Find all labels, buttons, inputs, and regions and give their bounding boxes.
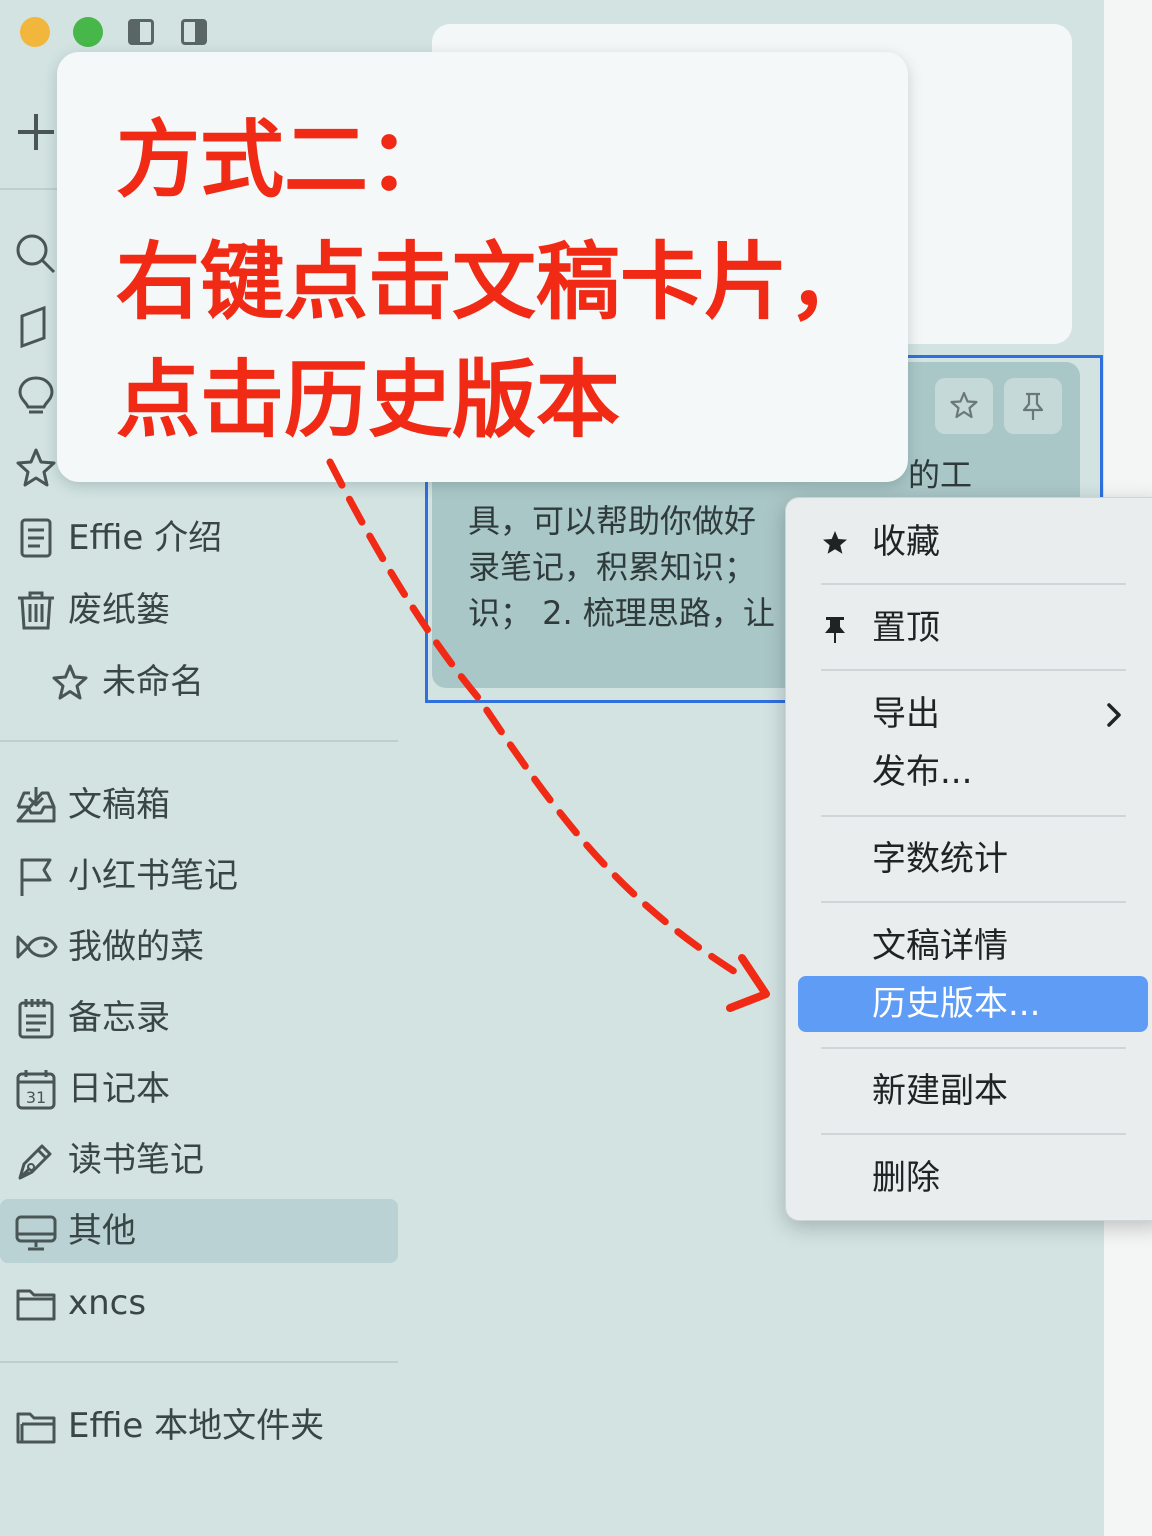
sidebar-item-label: 读书笔记 xyxy=(68,1140,204,1180)
svg-text:31: 31 xyxy=(26,1088,46,1107)
menu-separator xyxy=(821,583,1126,585)
context-menu: 收藏 置顶 导出 发布... 字数统计 文稿详情 历史版本... 新建副本 删除 xyxy=(785,497,1152,1221)
calendar-icon: 31 xyxy=(14,1067,58,1111)
menu-separator xyxy=(821,1047,1126,1049)
sidebar-item-memo[interactable]: 备忘录 xyxy=(0,986,398,1050)
pin-icon xyxy=(1022,392,1044,420)
sidebar-item-my-dishes[interactable]: 我做的菜 xyxy=(0,915,398,979)
sidebar-item-label: xncs xyxy=(68,1283,147,1323)
menu-separator xyxy=(821,901,1126,903)
menu-item-doc-details[interactable]: 文稿详情 xyxy=(786,918,1148,974)
sidebar-item-xiaohongshu[interactable]: 小红书笔记 xyxy=(0,844,398,908)
sidebar-item-label: 未命名 xyxy=(102,662,204,702)
sidebar-item-label: 我做的菜 xyxy=(68,927,204,967)
inbox-icon xyxy=(14,783,58,827)
menu-item-label: 删除 xyxy=(872,1158,940,1198)
favorite-card-button[interactable] xyxy=(935,378,993,434)
star-icon[interactable] xyxy=(14,446,58,490)
plus-icon[interactable] xyxy=(14,110,58,154)
sidebar-item-untitled[interactable]: 未命名 xyxy=(0,650,398,714)
menu-item-label: 发布... xyxy=(872,752,973,792)
folder-icon xyxy=(14,1404,58,1448)
folder-icon xyxy=(14,1281,58,1325)
menu-item-label: 文稿详情 xyxy=(872,926,1008,966)
sidebar-item-effie-intro[interactable]: Effie 介绍 xyxy=(0,506,398,570)
trash-icon xyxy=(14,588,58,632)
sidebar-item-label: Effie 本地文件夹 xyxy=(68,1406,325,1446)
menu-item-label: 收藏 xyxy=(872,522,940,562)
sidebar-item-label: 文稿箱 xyxy=(68,785,170,825)
menu-item-word-count[interactable]: 字数统计 xyxy=(786,831,1148,887)
toggle-sidebar-icon[interactable] xyxy=(128,19,154,45)
toggle-inspector-icon[interactable] xyxy=(181,19,207,45)
minimize-window-button[interactable] xyxy=(20,17,50,47)
sidebar-divider xyxy=(0,740,398,742)
menu-item-delete[interactable]: 删除 xyxy=(786,1150,1148,1206)
sidebar-item-trash[interactable]: 废纸篓 xyxy=(0,578,398,642)
sidebar-item-xncs[interactable]: xncs xyxy=(0,1271,398,1335)
menu-separator xyxy=(821,815,1126,817)
sidebar-item-diary[interactable]: 31 日记本 xyxy=(0,1057,398,1121)
sidebar-item-label: 小红书笔记 xyxy=(68,856,238,896)
book-icon[interactable] xyxy=(14,304,58,348)
sidebar-item-reading-notes[interactable]: 读书笔记 xyxy=(0,1128,398,1192)
menu-item-duplicate[interactable]: 新建副本 xyxy=(786,1063,1148,1119)
flag-icon xyxy=(14,854,58,898)
notepad-icon xyxy=(14,996,58,1040)
callout-step-text: 点击历史版本 xyxy=(116,351,621,449)
menu-item-pin[interactable]: 置顶 xyxy=(786,600,1148,656)
zoom-window-button[interactable] xyxy=(73,17,103,47)
sidebar-divider xyxy=(0,1361,398,1363)
monitor-icon xyxy=(14,1209,58,1253)
menu-separator xyxy=(821,669,1126,671)
sidebar-item-effie-local-folder[interactable]: Effie 本地文件夹 xyxy=(0,1394,398,1458)
fish-icon xyxy=(14,925,58,969)
chevron-right-icon xyxy=(1102,700,1126,730)
pin-card-button[interactable] xyxy=(1004,378,1062,434)
menu-item-label: 置顶 xyxy=(872,608,940,648)
menu-item-label: 历史版本... xyxy=(872,984,1041,1024)
sidebar-item-label: Effie 介绍 xyxy=(68,518,223,558)
menu-item-history-versions[interactable]: 历史版本... xyxy=(798,976,1148,1032)
callout-title: 方式二： xyxy=(116,111,453,209)
sidebar-item-inbox[interactable]: 文稿箱 xyxy=(0,773,398,837)
sidebar-item-label: 日记本 xyxy=(68,1069,170,1109)
sidebar-item-label: 备忘录 xyxy=(68,998,170,1038)
document-icon xyxy=(14,516,58,560)
menu-item-publish[interactable]: 发布... xyxy=(786,744,1148,800)
menu-item-label: 新建副本 xyxy=(872,1071,1008,1111)
sidebar-item-label: 其他 xyxy=(68,1211,136,1251)
menu-item-label: 导出 xyxy=(872,694,940,734)
sidebar-item-label: 废纸篓 xyxy=(68,590,170,630)
lightbulb-icon[interactable] xyxy=(14,374,58,418)
search-icon[interactable] xyxy=(14,232,58,276)
pen-nib-icon xyxy=(14,1138,58,1182)
sidebar-item-other[interactable]: 其他 xyxy=(0,1199,398,1263)
pin-filled-icon xyxy=(820,614,850,644)
star-outline-icon xyxy=(48,660,92,704)
menu-item-export[interactable]: 导出 xyxy=(786,686,1148,742)
star-icon xyxy=(950,391,978,419)
menu-separator xyxy=(821,1133,1126,1135)
menu-item-favorite[interactable]: 收藏 xyxy=(786,514,1148,570)
menu-item-label: 字数统计 xyxy=(872,839,1008,879)
callout-step-text: 右键点击文稿卡片， xyxy=(116,233,873,331)
sidebar-divider xyxy=(0,188,60,190)
star-filled-icon xyxy=(820,528,850,558)
